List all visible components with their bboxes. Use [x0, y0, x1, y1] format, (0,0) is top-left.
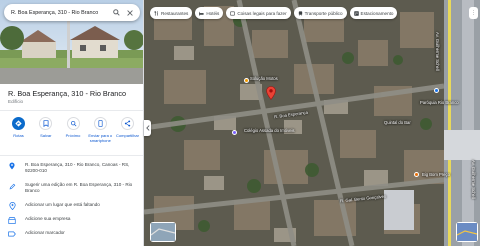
bookmark-icon [39, 117, 53, 130]
nearby-label: Próximo [65, 133, 81, 138]
poi-label[interactable]: Colégio Assada do Imóveis [244, 128, 295, 133]
street-label: Av. Guilherme Schell [471, 160, 476, 199]
poi-label[interactable]: Quintal do Bar [384, 120, 411, 125]
more-chips-button[interactable]: ⋮ [469, 7, 478, 19]
send-phone-icon [93, 117, 107, 130]
divider [0, 155, 143, 156]
chip-label: Coisas legais para fazer [237, 10, 287, 16]
satellite-map[interactable]: Solução Motos Colégio Assada do Imóveis … [144, 0, 480, 246]
add-place-row[interactable]: Adicionar um lugar que está faltando [8, 202, 133, 210]
business-icon [8, 216, 16, 224]
map-thumbnail[interactable] [456, 222, 478, 242]
location-pin-icon[interactable] [266, 86, 276, 100]
directions-icon [12, 117, 25, 130]
send-phone-label: Enviar para o smartphone [88, 133, 113, 143]
chip-parking[interactable]: P Estacionamento [349, 7, 398, 19]
restaurant-icon [154, 10, 159, 16]
directions-button[interactable]: Rotas [6, 117, 31, 143]
attractions-icon [230, 11, 236, 16]
suggest-edit-row[interactable]: Sugerir uma edição em R. Boa Esperança, … [8, 182, 133, 194]
chip-label: Hotéis [206, 10, 220, 16]
action-bar: Rotas Salvar Próximo Enviar para o smart… [6, 117, 140, 143]
poi-label[interactable]: Big Bom Preço [422, 172, 450, 177]
address-row[interactable]: R. Boa Esperança, 310 - Rio Branco, Cano… [8, 162, 133, 174]
address-text: R. Boa Esperança, 310 - Rio Branco, Cano… [25, 162, 130, 173]
chip-hotels[interactable]: Hotéis [195, 7, 224, 19]
nearby-button[interactable]: Próximo [61, 117, 86, 143]
location-pin-icon [8, 162, 16, 170]
share-icon [121, 117, 134, 130]
chip-restaurants[interactable]: Restaurantes [150, 7, 193, 19]
poi-marker[interactable] [232, 130, 237, 135]
share-button[interactable]: Compartilhar [115, 117, 140, 143]
search-input[interactable]: R. Boa Esperança, 310 - Rio Branco [11, 10, 107, 16]
chip-transit[interactable]: Transporte público [293, 7, 347, 19]
parking-icon: P [353, 10, 359, 16]
add-place-icon [8, 202, 16, 210]
share-label: Compartilhar [116, 133, 139, 138]
add-business-text: Adicione sua empresa [25, 216, 71, 221]
category-chips: Restaurantes Hotéis Coisas legais para f… [150, 7, 398, 19]
add-business-row[interactable]: Adicione sua empresa [8, 216, 133, 224]
map-thumbnail-icon [456, 223, 478, 241]
place-category: Edifício [8, 99, 24, 104]
poi-label[interactable]: Paróquia Rio Branco [420, 100, 459, 105]
chevron-left-icon [145, 125, 150, 131]
add-place-text: Adicionar um lugar que está faltando [25, 202, 100, 207]
add-label-row[interactable]: Adicionar marcador [8, 230, 133, 238]
satellite-imagery [144, 0, 480, 246]
chip-label: Transporte público [304, 10, 343, 16]
label-icon [8, 230, 16, 238]
nearby-icon [66, 117, 80, 130]
chip-attractions[interactable]: Coisas legais para fazer [226, 7, 291, 19]
layers-button[interactable] [150, 222, 176, 242]
chip-label: Estacionamento [360, 10, 394, 16]
directions-label: Rotas [13, 133, 24, 138]
poi-marker[interactable] [414, 172, 419, 177]
suggest-edit-text: Sugerir uma edição em R. Boa Esperança, … [25, 182, 133, 193]
place-title: R. Boa Esperança, 310 - Rio Branco [8, 89, 127, 98]
send-to-phone-button[interactable]: Enviar para o smartphone [88, 117, 113, 143]
divider [0, 110, 143, 111]
search-box[interactable]: R. Boa Esperança, 310 - Rio Branco [4, 4, 140, 21]
poi-label[interactable]: Solução Motos [250, 76, 278, 81]
street-label: Av. Guilherme Schell [435, 32, 440, 71]
poi-marker[interactable] [244, 78, 249, 83]
add-label-text: Adicionar marcador [25, 230, 65, 235]
save-label: Salvar [40, 133, 52, 138]
search-icon[interactable] [111, 8, 121, 18]
place-panel: R. Boa Esperança, 310 - Rio Branco R. Bo… [0, 0, 144, 246]
chip-label: Restaurantes [161, 10, 189, 16]
edit-icon [8, 182, 16, 190]
poi-marker[interactable] [434, 88, 439, 93]
hotel-icon [199, 11, 204, 16]
save-button[interactable]: Salvar [33, 117, 58, 143]
close-icon[interactable] [125, 8, 135, 18]
collapse-panel-button[interactable] [144, 120, 151, 136]
transit-icon [298, 10, 303, 16]
layers-icon [150, 223, 176, 241]
more-icon: ⋮ [471, 10, 476, 16]
